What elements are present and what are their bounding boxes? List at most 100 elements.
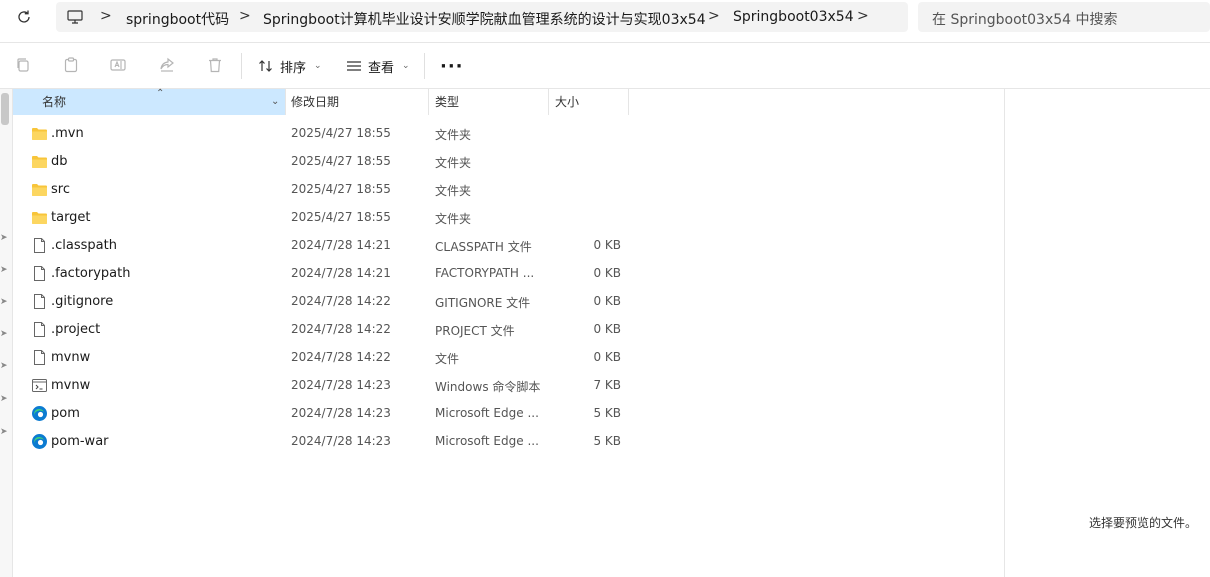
folder-icon	[32, 184, 47, 196]
chevron-down-icon[interactable]: ⌄	[271, 89, 279, 115]
column-divider[interactable]	[548, 89, 549, 115]
search-input[interactable]: 在 Springboot03x54 中搜索	[918, 2, 1210, 32]
file-name: mvnw	[51, 378, 91, 393]
breadcrumb-item[interactable]: Springboot计算机毕业设计安顺学院献血管理系统的设计与实现03x54	[263, 9, 706, 29]
column-header-type[interactable]: 类型	[435, 89, 459, 115]
file-type: 文件	[435, 352, 460, 366]
file-type: 文件夹	[435, 184, 472, 198]
sort-button[interactable]: 排序 ⌄	[258, 55, 322, 77]
toolbar-divider	[241, 53, 242, 79]
folder-icon	[32, 128, 47, 140]
divider	[0, 42, 1210, 43]
address-bar[interactable]: > springboot代码 > Springboot计算机毕业设计安顺学院献血…	[56, 2, 908, 32]
file-icon	[34, 350, 45, 365]
file-name: src	[51, 182, 70, 197]
breadcrumb-separator-icon[interactable]: >	[239, 8, 251, 24]
file-size: 0 KB	[593, 322, 621, 336]
file-modified: 2024/7/28 14:22	[291, 294, 391, 308]
file-modified: 2024/7/28 14:22	[291, 322, 391, 336]
navigation-pane-scrollbar[interactable]: ➤ ➤ ➤ ➤ ➤ ➤ ➤	[0, 89, 12, 577]
column-divider[interactable]	[285, 89, 286, 115]
file-name: .factorypath	[51, 266, 131, 281]
scrollbar-thumb[interactable]	[1, 93, 9, 125]
copy-icon[interactable]	[14, 56, 32, 74]
breadcrumb-separator-icon[interactable]: >	[857, 8, 869, 24]
file-modified: 2024/7/28 14:23	[291, 406, 391, 420]
preview-pane-divider[interactable]	[1004, 89, 1005, 577]
delete-icon[interactable]	[206, 56, 224, 74]
breadcrumb-item[interactable]: springboot代码	[126, 9, 229, 29]
sort-label: 排序	[280, 60, 307, 76]
file-row[interactable]: pom-war 2024/7/28 14:23 Microsoft Edge .…	[13, 428, 629, 456]
file-row[interactable]: pom 2024/7/28 14:23 Microsoft Edge ... 5…	[13, 400, 629, 428]
column-header-size[interactable]: 大小	[555, 89, 579, 115]
breadcrumb-item[interactable]: Springboot03x54	[733, 9, 854, 25]
command-bar: 排序 ⌄ 查看 ⌄ ···	[0, 45, 1210, 87]
file-type: 文件夹	[435, 128, 472, 142]
rename-icon[interactable]	[109, 56, 127, 74]
file-row[interactable]: src 2025/4/27 18:55 文件夹	[13, 176, 629, 204]
column-header-modified[interactable]: 修改日期	[291, 89, 339, 115]
file-row[interactable]: target 2025/4/27 18:55 文件夹	[13, 204, 629, 232]
share-icon[interactable]	[158, 56, 176, 74]
file-size: 0 KB	[593, 294, 621, 308]
view-button[interactable]: 查看 ⌄	[346, 55, 410, 77]
file-row[interactable]: .project 2024/7/28 14:22 PROJECT 文件 0 KB	[13, 316, 629, 344]
paste-icon[interactable]	[62, 56, 80, 74]
file-row[interactable]: mvnw 2024/7/28 14:22 文件 0 KB	[13, 344, 629, 372]
this-pc-icon[interactable]	[66, 8, 84, 26]
file-icon	[34, 294, 45, 309]
pin-icon: ➤	[0, 427, 8, 437]
file-name: target	[51, 210, 91, 225]
toolbar-divider	[424, 53, 425, 79]
file-row[interactable]: db 2025/4/27 18:55 文件夹	[13, 148, 629, 176]
file-type: Microsoft Edge ...	[435, 406, 539, 420]
script-icon	[32, 379, 47, 392]
file-row[interactable]: .mvn 2025/4/27 18:55 文件夹	[13, 120, 629, 148]
file-name: pom	[51, 406, 80, 421]
breadcrumb-separator-icon[interactable]: >	[100, 8, 112, 24]
file-type: CLASSPATH 文件	[435, 240, 532, 254]
file-name: .project	[51, 322, 101, 337]
search-placeholder: 在 Springboot03x54 中搜索	[932, 12, 1118, 28]
file-name: .classpath	[51, 238, 117, 253]
file-size: 0 KB	[593, 266, 621, 280]
file-size: 0 KB	[593, 350, 621, 364]
file-type: Windows 命令脚本	[435, 380, 541, 394]
pin-icon: ➤	[0, 265, 8, 275]
preview-pane-message: 选择要预览的文件。	[1089, 516, 1198, 530]
file-modified: 2024/7/28 14:23	[291, 434, 391, 448]
breadcrumb-separator-icon[interactable]: >	[708, 8, 720, 24]
view-icon	[347, 61, 361, 71]
file-type: GITIGNORE 文件	[435, 296, 531, 310]
column-header: ⌃ 名称 ⌄ 修改日期 类型 大小	[13, 88, 629, 115]
file-icon	[34, 322, 45, 337]
refresh-icon[interactable]	[14, 8, 34, 28]
file-row[interactable]: .classpath 2024/7/28 14:21 CLASSPATH 文件 …	[13, 232, 629, 260]
file-icon	[34, 266, 45, 281]
more-options-icon[interactable]: ···	[440, 56, 464, 77]
file-size: 5 KB	[593, 434, 621, 448]
folder-icon	[32, 156, 47, 168]
file-modified: 2024/7/28 14:21	[291, 238, 391, 252]
file-row[interactable]: .gitignore 2024/7/28 14:22 GITIGNORE 文件 …	[13, 288, 629, 316]
file-type: 文件夹	[435, 212, 472, 226]
pin-icon: ➤	[0, 233, 8, 243]
column-header-name[interactable]: ⌃ 名称 ⌄	[13, 88, 285, 115]
file-name: db	[51, 154, 68, 169]
pin-icon: ➤	[0, 329, 8, 339]
column-divider[interactable]	[628, 89, 629, 115]
file-row[interactable]: .factorypath 2024/7/28 14:21 FACTORYPATH…	[13, 260, 629, 288]
column-divider[interactable]	[428, 89, 429, 115]
file-modified: 2024/7/28 14:21	[291, 266, 391, 280]
file-row[interactable]: mvnw 2024/7/28 14:23 Windows 命令脚本 7 KB	[13, 372, 629, 400]
file-modified: 2025/4/27 18:55	[291, 182, 391, 196]
sort-icon	[259, 60, 272, 72]
sort-ascending-icon: ⌃	[156, 88, 165, 99]
pin-icon: ➤	[0, 394, 8, 404]
file-modified: 2025/4/27 18:55	[291, 154, 391, 168]
edge-icon	[32, 406, 47, 421]
file-name: mvnw	[51, 350, 91, 365]
pin-icon: ➤	[0, 297, 8, 307]
file-size: 5 KB	[593, 406, 621, 420]
